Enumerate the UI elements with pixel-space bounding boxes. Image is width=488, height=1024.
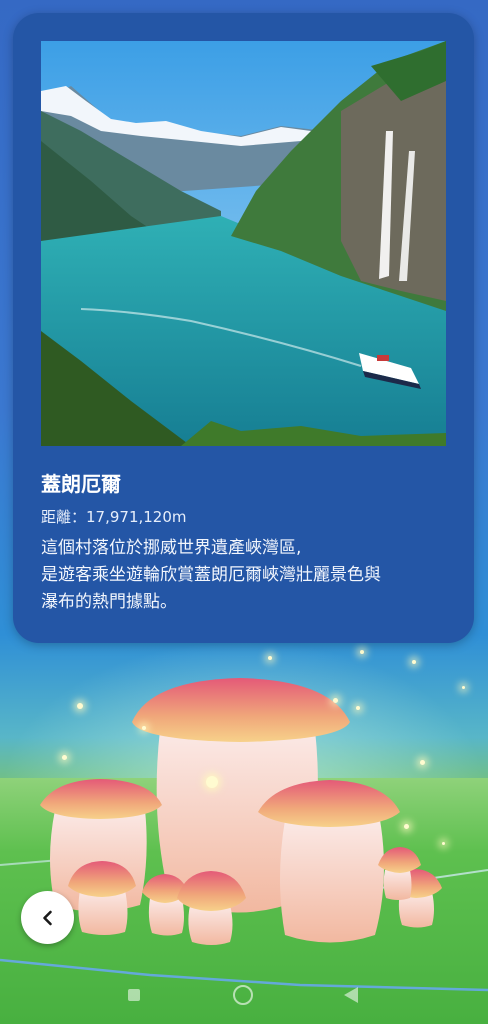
sparkle	[77, 703, 83, 709]
description-line: 這個村落位於挪威世界遺產峽灣區,	[41, 538, 302, 558]
sparkle	[360, 650, 364, 654]
sparkle	[420, 760, 425, 765]
sparkle	[462, 686, 465, 689]
location-info-card: 蓋朗厄爾 距離：17,971,120m 這個村落位於挪威世界遺產峽灣區, 是遊客…	[13, 13, 474, 643]
sparkle	[268, 656, 272, 660]
sparkle	[412, 660, 416, 664]
triangle-back-icon[interactable]	[344, 987, 358, 1003]
sparkle	[142, 726, 146, 730]
location-description: 這個村落位於挪威世界遺產峽灣區, 是遊客乘坐遊輪欣賞蓋朗厄爾峽灣壯麗景色與 瀑布…	[41, 535, 456, 616]
sparkle	[356, 706, 360, 710]
chevron-left-icon	[42, 910, 52, 925]
circle-icon[interactable]	[233, 985, 253, 1005]
sparkle	[442, 842, 445, 845]
location-photo	[41, 41, 446, 446]
location-title: 蓋朗厄爾	[41, 472, 121, 496]
description-line: 瀑布的熱門據點。	[41, 592, 177, 612]
sparkle	[333, 698, 338, 703]
location-distance: 距離：17,971,120m	[41, 508, 187, 526]
fjord-photo-illustration	[41, 41, 446, 446]
description-line: 是遊客乘坐遊輪欣賞蓋朗厄爾峽灣壯麗景色與	[41, 565, 381, 585]
sparkle	[404, 824, 409, 829]
back-button[interactable]	[21, 891, 74, 944]
sparkle	[62, 755, 67, 760]
sparkle	[206, 776, 218, 788]
square-icon[interactable]	[128, 989, 140, 1001]
system-nav-bar	[0, 975, 488, 1015]
